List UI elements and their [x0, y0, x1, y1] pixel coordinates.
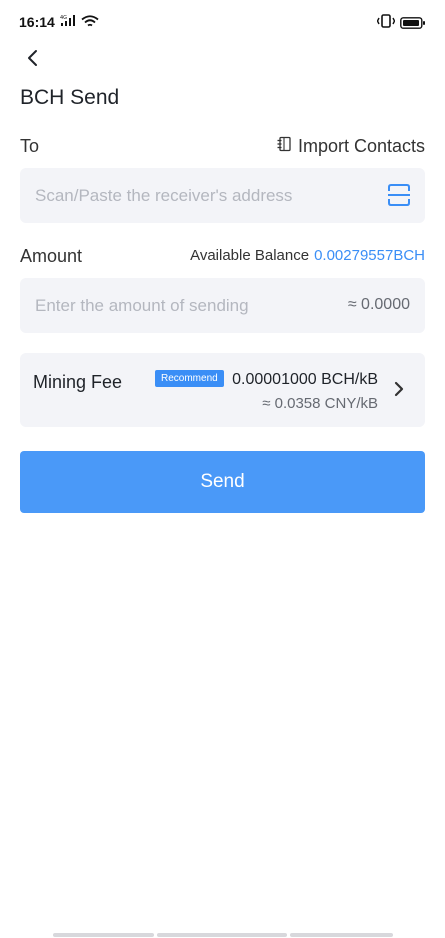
available-balance-value: 0.00279557BCH — [314, 247, 425, 264]
home-indicator-segment — [290, 933, 393, 937]
amount-field: ≈ 0.0000 — [20, 278, 425, 333]
home-indicator-segment — [53, 933, 154, 937]
contacts-book-icon — [276, 136, 292, 157]
mining-fee-label: Mining Fee — [33, 372, 123, 392]
battery-icon — [400, 16, 426, 34]
recommend-badge: Recommend — [155, 370, 224, 387]
page-title: BCH Send — [20, 86, 120, 109]
to-label: To — [20, 136, 40, 156]
home-indicator-segment — [157, 933, 287, 937]
chevron-left-icon — [28, 50, 37, 66]
wifi-icon — [81, 15, 99, 33]
status-bar: 16:14 4G — [0, 0, 445, 44]
send-button[interactable]: Send — [20, 451, 425, 513]
mining-fee-rate: 0.00001000 BCH/kB — [232, 371, 378, 388]
mining-fee-fiat-rate: ≈ 0.0358 CNY/kB — [262, 395, 378, 412]
scan-icon[interactable] — [387, 183, 411, 212]
available-balance: Available Balance 0.00279557BCH — [190, 247, 425, 264]
import-contacts-label: Import Contacts — [297, 136, 425, 156]
address-field — [20, 168, 425, 223]
available-balance-label: Available Balance — [190, 247, 310, 264]
network-type-label: 4G — [60, 15, 67, 21]
mining-fee-selector[interactable]: Mining Fee Recommend 0.00001000 BCH/kB ≈… — [20, 353, 425, 427]
address-input[interactable] — [35, 168, 375, 223]
amount-fiat-estimate: ≈ 0.0000 — [347, 296, 410, 313]
amount-label: Amount — [20, 246, 83, 266]
back-button[interactable] — [22, 46, 46, 70]
chevron-right-icon — [393, 381, 405, 402]
import-contacts-button[interactable]: Import Contacts — [276, 136, 425, 157]
status-time: 16:14 — [19, 14, 55, 30]
cellular-signal-icon: 4G — [60, 14, 76, 32]
vibrate-icon — [376, 14, 396, 33]
amount-input[interactable] — [35, 278, 305, 333]
